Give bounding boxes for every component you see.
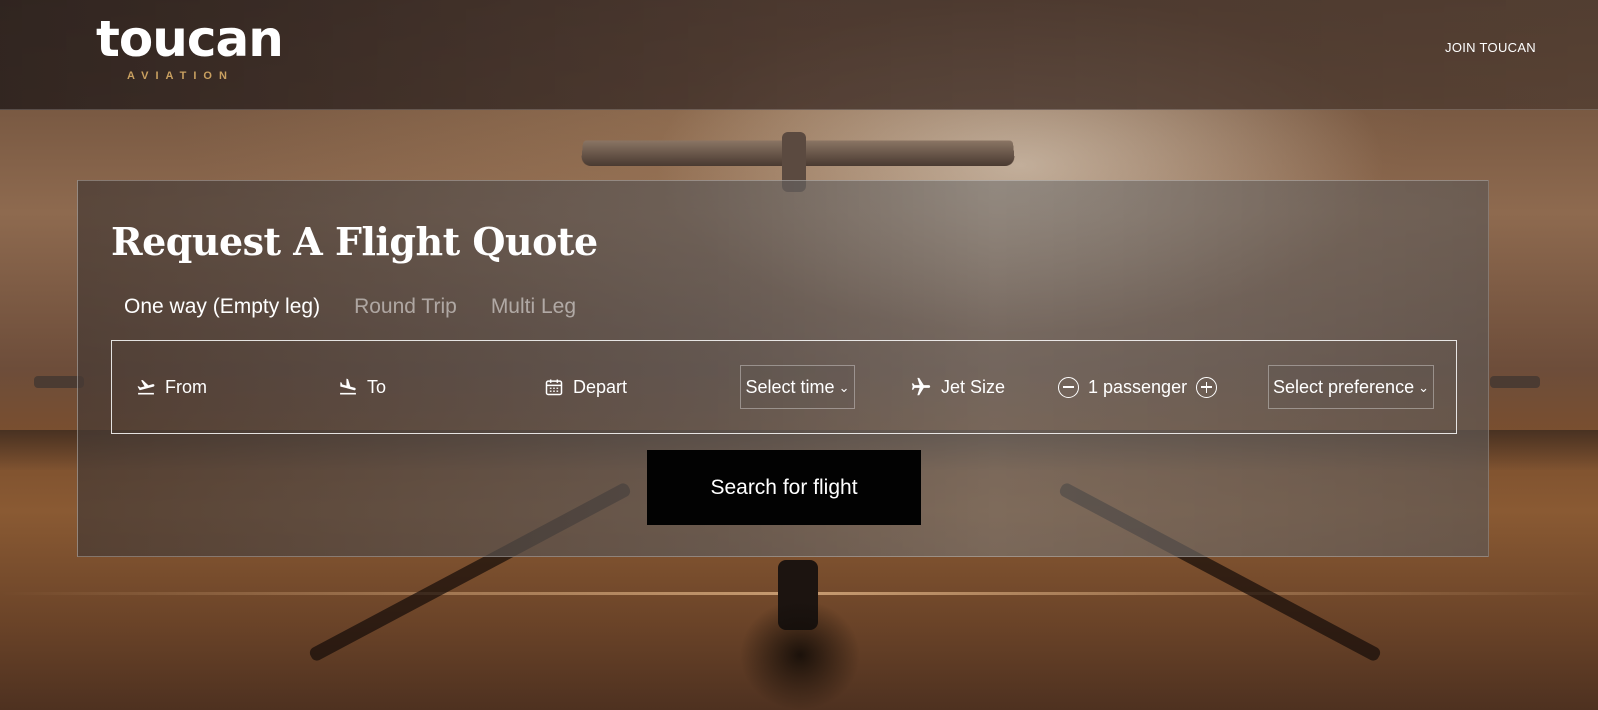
join-toucan-link[interactable]: JOIN TOUCAN xyxy=(1445,40,1536,55)
preference-select[interactable]: Select preference ⌄ xyxy=(1268,365,1434,409)
trip-type-tabs: One way (Empty leg) Round Trip Multi Leg xyxy=(124,295,576,319)
toucan-logo[interactable]: toucan AVIATION xyxy=(96,10,284,92)
minus-circle-icon[interactable] xyxy=(1058,376,1079,398)
from-label: From xyxy=(165,376,207,397)
plane-takeoff-icon xyxy=(136,377,156,397)
logo-wordmark: toucan xyxy=(96,10,284,68)
time-select-value: Select time xyxy=(745,376,835,397)
to-label: To xyxy=(367,376,387,397)
search-form: From To Depart Select time ⌄ Jet Size 1 … xyxy=(111,340,1457,434)
plane-landing-icon xyxy=(338,377,358,397)
to-field[interactable]: To xyxy=(338,341,386,433)
time-select[interactable]: Select time ⌄ xyxy=(740,365,855,409)
search-for-flight-button[interactable]: Search for flight xyxy=(647,450,921,525)
tab-round-trip[interactable]: Round Trip xyxy=(354,295,457,319)
jet-size-label: Jet Size xyxy=(941,376,1006,397)
passenger-count: 1 passenger xyxy=(1088,376,1188,397)
logo-subtext: AVIATION xyxy=(127,70,234,82)
plus-circle-icon[interactable] xyxy=(1196,376,1218,398)
tab-multi-leg[interactable]: Multi Leg xyxy=(491,295,576,319)
tab-one-way[interactable]: One way (Empty leg) xyxy=(124,295,320,319)
chevron-down-icon: ⌄ xyxy=(838,380,850,395)
flight-quote-panel: Request A Flight Quote One way (Empty le… xyxy=(77,180,1489,557)
calendar-icon xyxy=(544,377,564,397)
jet-size-field[interactable]: Jet Size xyxy=(910,341,1005,433)
passenger-stepper: 1 passenger xyxy=(1058,341,1218,433)
chevron-down-icon: ⌄ xyxy=(1418,380,1429,395)
depart-label: Depart xyxy=(573,376,628,397)
site-header: toucan AVIATION JOIN TOUCAN xyxy=(0,0,1598,110)
depart-field[interactable]: Depart xyxy=(544,341,627,433)
airplane-icon xyxy=(910,376,932,398)
preference-select-value: Select preference xyxy=(1273,376,1415,397)
distant-aircraft-right xyxy=(1490,376,1540,388)
page-title: Request A Flight Quote xyxy=(111,219,598,264)
from-field[interactable]: From xyxy=(136,341,207,433)
gear-shadow xyxy=(740,600,860,710)
